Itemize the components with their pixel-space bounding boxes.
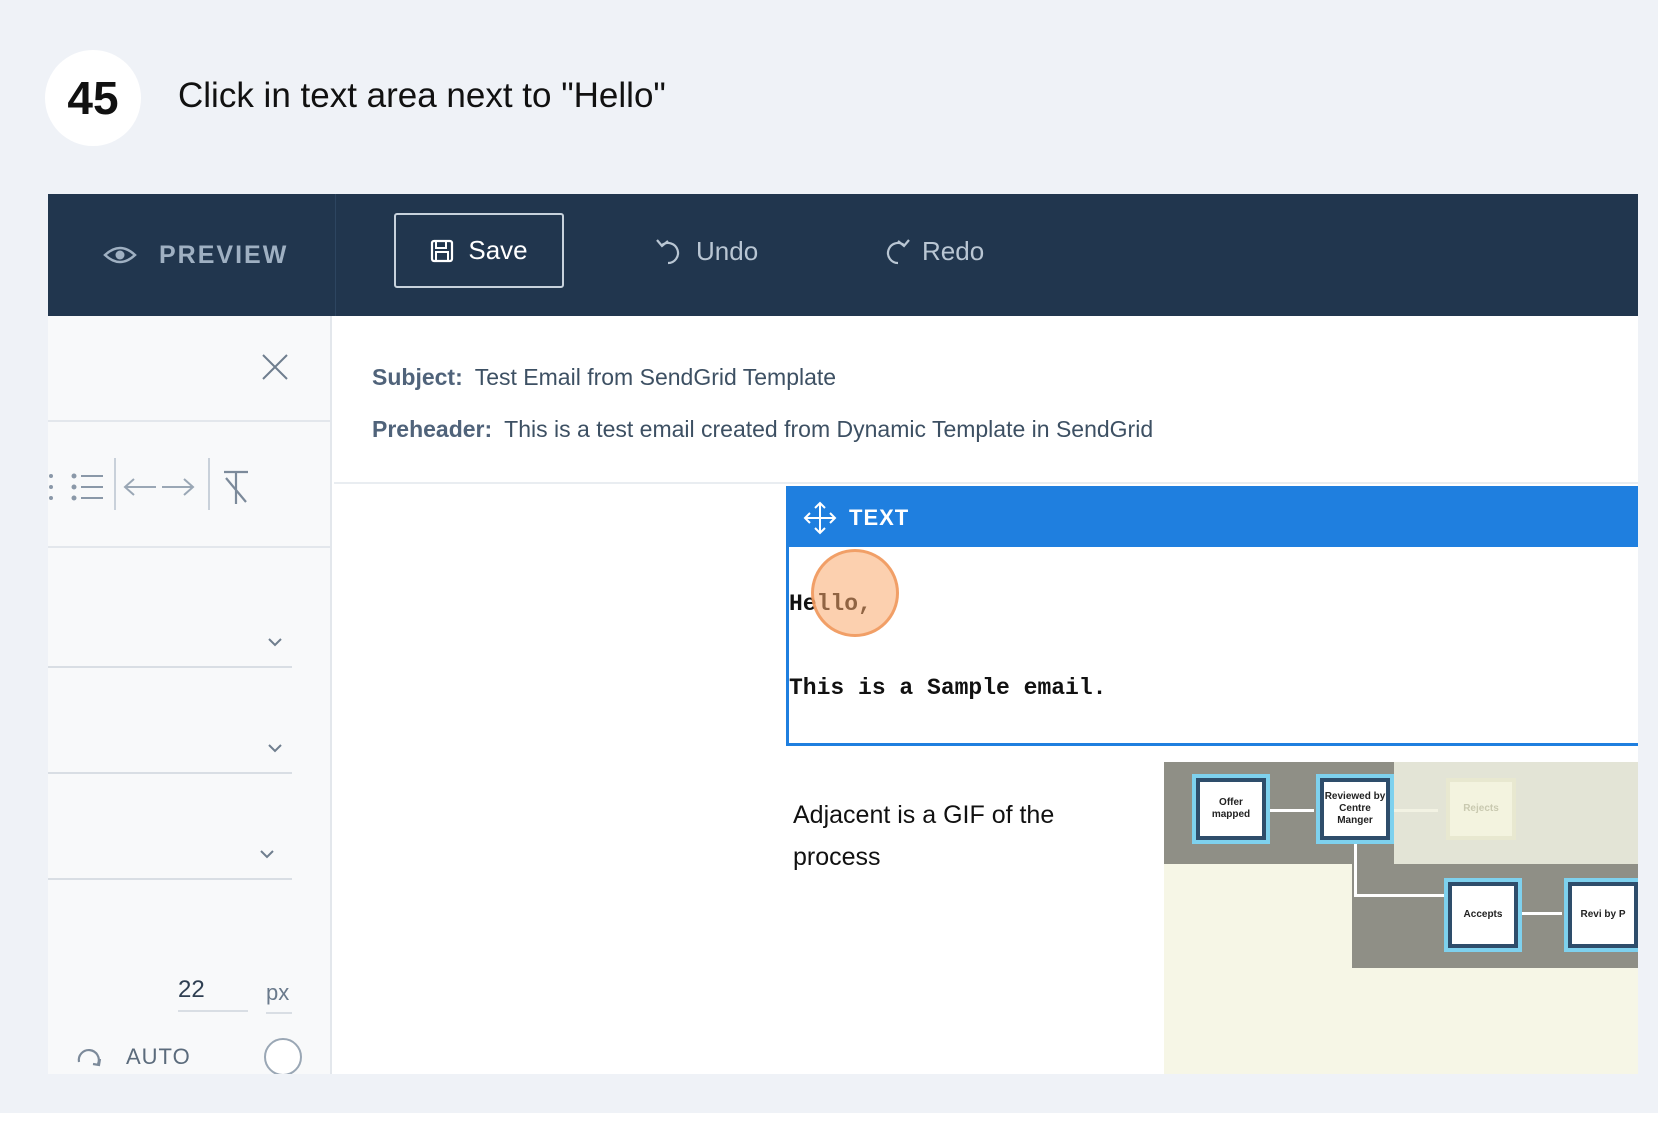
chevron-down-icon[interactable]: [258, 848, 276, 860]
panel-divider: [48, 546, 332, 548]
preview-button[interactable]: PREVIEW: [48, 194, 336, 316]
text-line-sample[interactable]: This is a Sample email.: [789, 675, 1106, 701]
gif-arrow: [1394, 809, 1438, 812]
subject-value: Test Email from SendGrid Template: [474, 364, 837, 390]
redo-label: Redo: [922, 235, 985, 266]
dropdown-underline: [48, 772, 292, 774]
preheader-row: Preheader: This is a test email created f…: [372, 416, 1153, 443]
eye-icon: [103, 246, 137, 264]
redo-icon: [886, 239, 910, 265]
card-edge: [1658, 0, 1680, 1123]
step-instruction: Click in text area next to "Hello": [178, 76, 666, 115]
size-input[interactable]: 22: [178, 976, 248, 1012]
undo-button[interactable]: Undo: [654, 227, 758, 275]
text-module-header[interactable]: TEXT: [789, 489, 1638, 547]
preheader-value: This is a test email created from Dynami…: [504, 416, 1154, 442]
editor-toolbar: PREVIEW Save Undo Redo: [48, 194, 1638, 316]
refresh-icon: [77, 1048, 102, 1067]
card-edge-bottom: [0, 1113, 1680, 1123]
subject-key: Subject:: [372, 364, 463, 390]
adjacent-text: Adjacent is a GIF of the process: [793, 801, 1055, 871]
screenshot-area: PREVIEW Save Undo Redo 22 px AUTO Subjec…: [48, 194, 1638, 1074]
chevron-down-icon[interactable]: [266, 742, 284, 754]
click-marker: [811, 549, 899, 637]
swimlane-band-faded: [1394, 762, 1638, 864]
gif-node: Offer mapped: [1196, 778, 1266, 840]
redo-button[interactable]: Redo: [880, 227, 984, 275]
clear-format-icon[interactable]: [220, 464, 252, 510]
gif-node: Revi by P: [1568, 882, 1638, 948]
dropdown-underline: [48, 878, 292, 880]
gif-arrow: [1270, 809, 1314, 812]
tutorial-card: 45 Click in text area next to "Hello" PR…: [0, 0, 1680, 1123]
gif-arrow: [1522, 912, 1562, 915]
gif-node: Accepts: [1448, 882, 1518, 948]
preview-label: PREVIEW: [159, 240, 289, 269]
text-module-label: TEXT: [849, 505, 910, 530]
chevron-down-icon[interactable]: [266, 636, 284, 648]
save-button[interactable]: Save: [394, 213, 564, 288]
process-gif: Offer mapped Reviewed by Centre Manger R…: [1164, 762, 1638, 1074]
auto-label: AUTO: [126, 1044, 191, 1069]
auto-toggle[interactable]: [264, 1038, 302, 1074]
gif-node: Reviewed by Centre Manger: [1320, 778, 1390, 840]
outdent-arrow-icon[interactable]: [122, 464, 158, 510]
dropdown-underline: [48, 666, 292, 668]
format-toolbar: [48, 458, 332, 510]
toolbar-separator: [114, 458, 116, 510]
settings-panel: 22 px AUTO: [48, 316, 332, 1074]
save-label: Save: [468, 235, 528, 265]
undo-icon: [656, 239, 680, 265]
preheader-key: Preheader:: [372, 416, 493, 442]
panel-divider: [48, 420, 332, 422]
step-number-badge: 45: [45, 50, 141, 146]
size-unit-label: px: [266, 980, 292, 1014]
list-fragment-icon[interactable]: [48, 464, 56, 510]
undo-label: Undo: [696, 235, 759, 266]
subject-row: Subject: Test Email from SendGrid Templat…: [372, 364, 836, 391]
gif-node: Rejects: [1446, 778, 1516, 840]
auto-size-row: AUTO: [74, 1038, 314, 1074]
move-icon[interactable]: [803, 501, 837, 535]
email-canvas: Subject: Test Email from SendGrid Templat…: [334, 316, 1638, 1074]
text-module[interactable]: TEXT Hello, This is a Sample email.: [786, 486, 1638, 746]
close-icon[interactable]: [260, 352, 290, 382]
floppy-disk-icon: [431, 239, 454, 262]
indent-arrow-icon[interactable]: [160, 464, 196, 510]
gif-arrow: [1354, 844, 1357, 896]
email-meta: Subject: Test Email from SendGrid Templat…: [334, 316, 1638, 484]
gif-arrow: [1354, 894, 1446, 897]
toolbar-separator: [208, 458, 210, 510]
bullet-list-icon[interactable]: [70, 464, 104, 510]
